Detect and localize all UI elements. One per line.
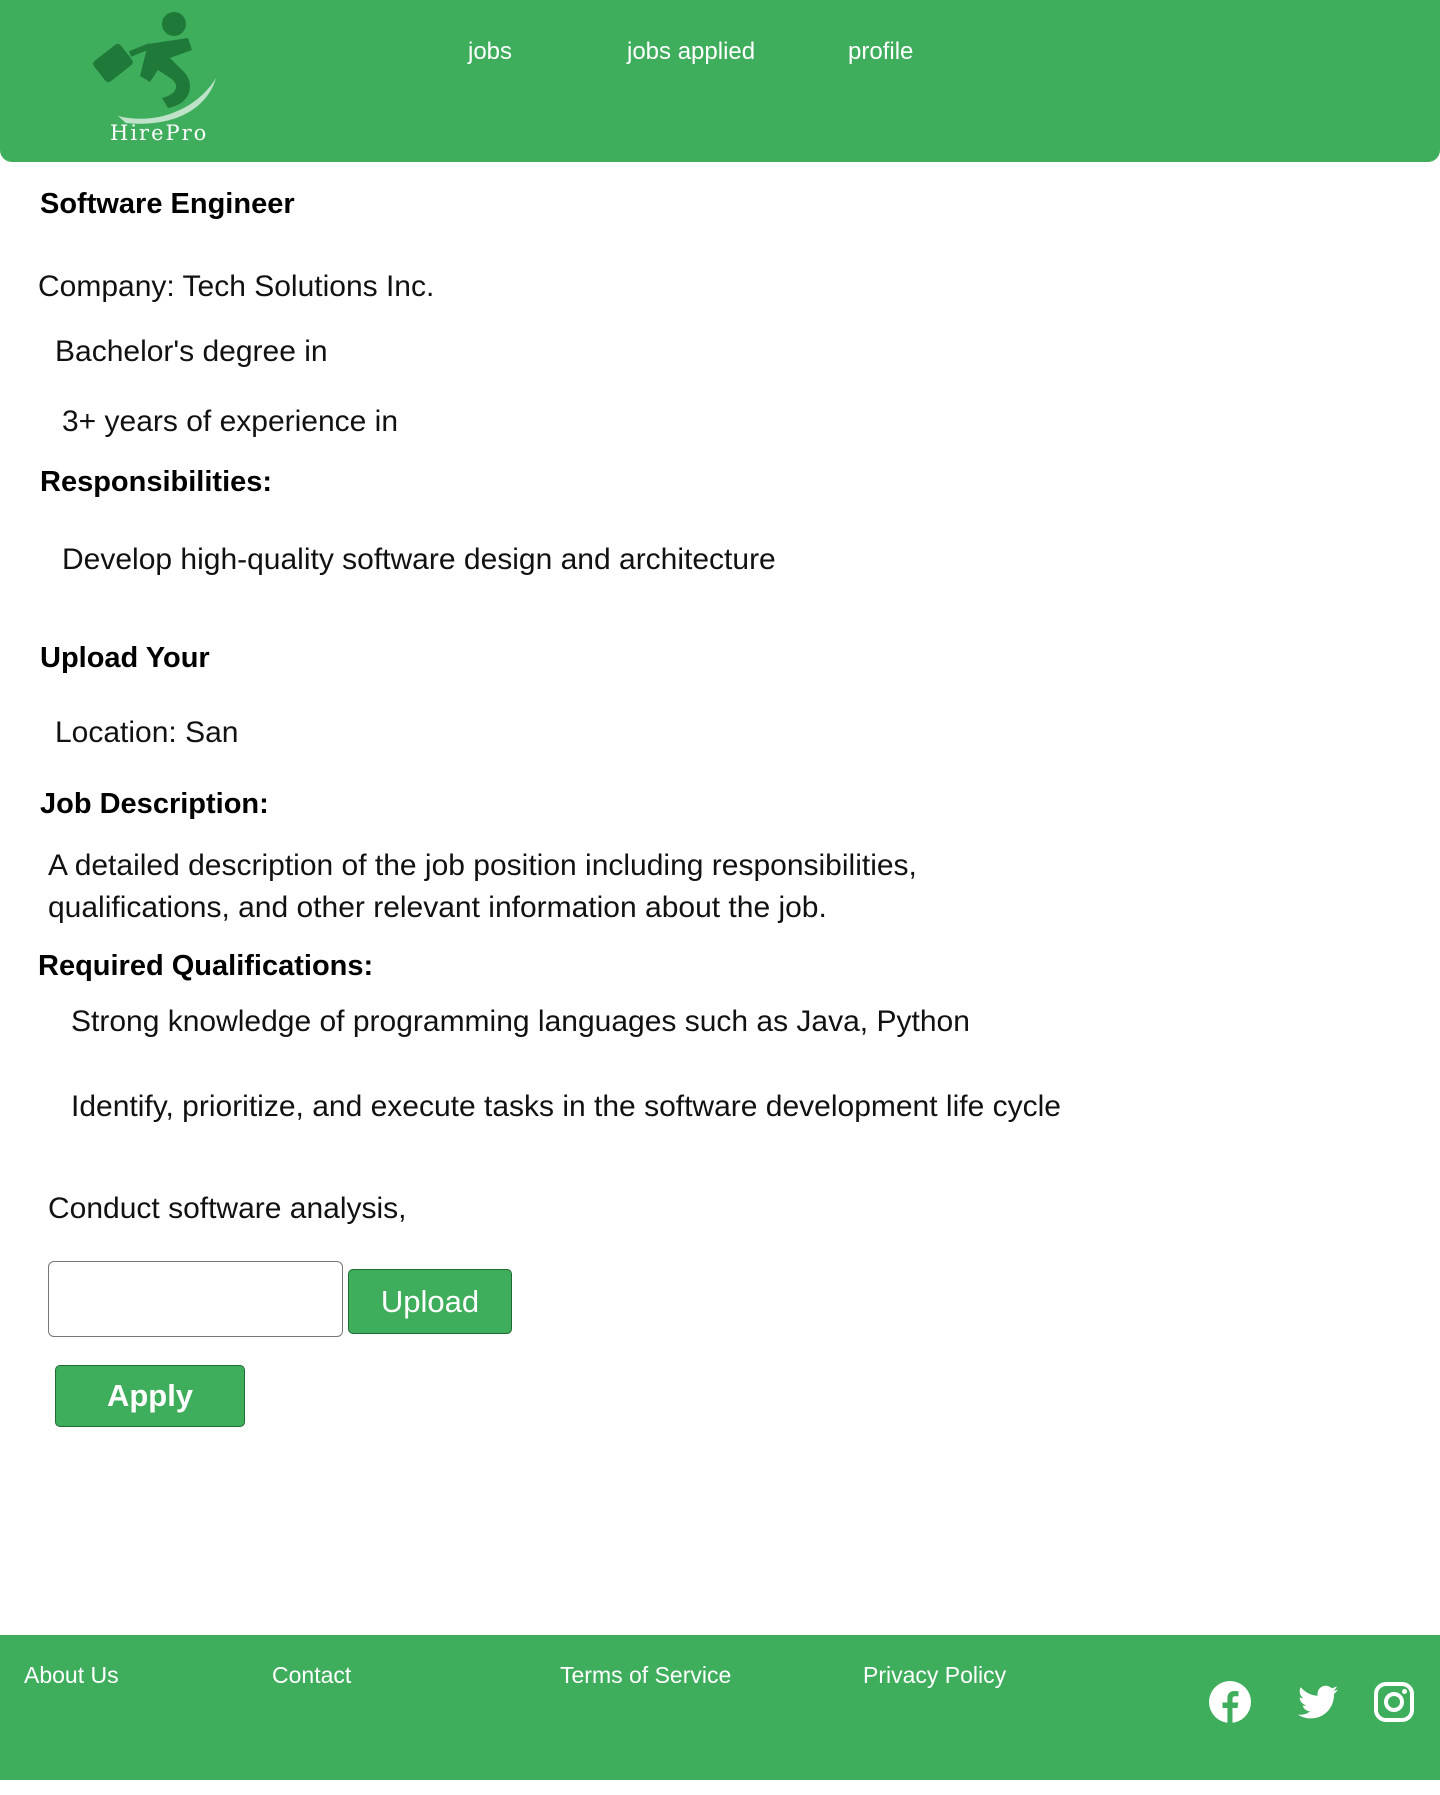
degree-text: Bachelor's degree in (55, 335, 328, 368)
experience-text: 3+ years of experience in (62, 405, 399, 438)
analysis-text: Conduct software analysis, (48, 1192, 407, 1225)
description-text: A detailed description of the job positi… (48, 849, 917, 924)
logo-text: HirePro (110, 121, 209, 145)
qualifications-heading: Required Qualifications: (38, 950, 374, 982)
apply-button[interactable]: Apply (55, 1365, 245, 1427)
nav-profile[interactable]: profile (848, 38, 913, 66)
site-header: HirePro jobs jobs applied profile (0, 0, 1440, 162)
company-text: Company: Tech Solutions Inc. (38, 270, 435, 303)
responsibilities-heading: Responsibilities: (40, 466, 273, 498)
facebook-icon[interactable] (1208, 1680, 1252, 1724)
qualification-item: Identify, prioritize, and execute tasks … (71, 1090, 1061, 1123)
footer-terms[interactable]: Terms of Service (560, 1662, 731, 1689)
job-title: Software Engineer (40, 188, 295, 220)
qualification-item: Strong knowledge of programming language… (71, 1005, 970, 1038)
nav-jobs-applied[interactable]: jobs applied (627, 38, 755, 66)
instagram-icon[interactable] (1372, 1680, 1416, 1724)
footer-contact[interactable]: Contact (272, 1662, 351, 1689)
twitter-icon[interactable] (1296, 1680, 1340, 1724)
responsibility-item: Develop high-quality software design and… (62, 543, 776, 576)
upload-button[interactable]: Upload (348, 1269, 512, 1334)
nav-jobs[interactable]: jobs (468, 38, 512, 66)
file-input[interactable] (48, 1261, 343, 1337)
footer-privacy[interactable]: Privacy Policy (863, 1662, 1006, 1689)
description-heading: Job Description: (40, 788, 269, 820)
location-text: Location: San (55, 716, 239, 749)
upload-heading: Upload Your (40, 642, 210, 674)
footer-about-us[interactable]: About Us (24, 1662, 119, 1689)
site-footer: About Us Contact Terms of Service Privac… (0, 1635, 1440, 1780)
